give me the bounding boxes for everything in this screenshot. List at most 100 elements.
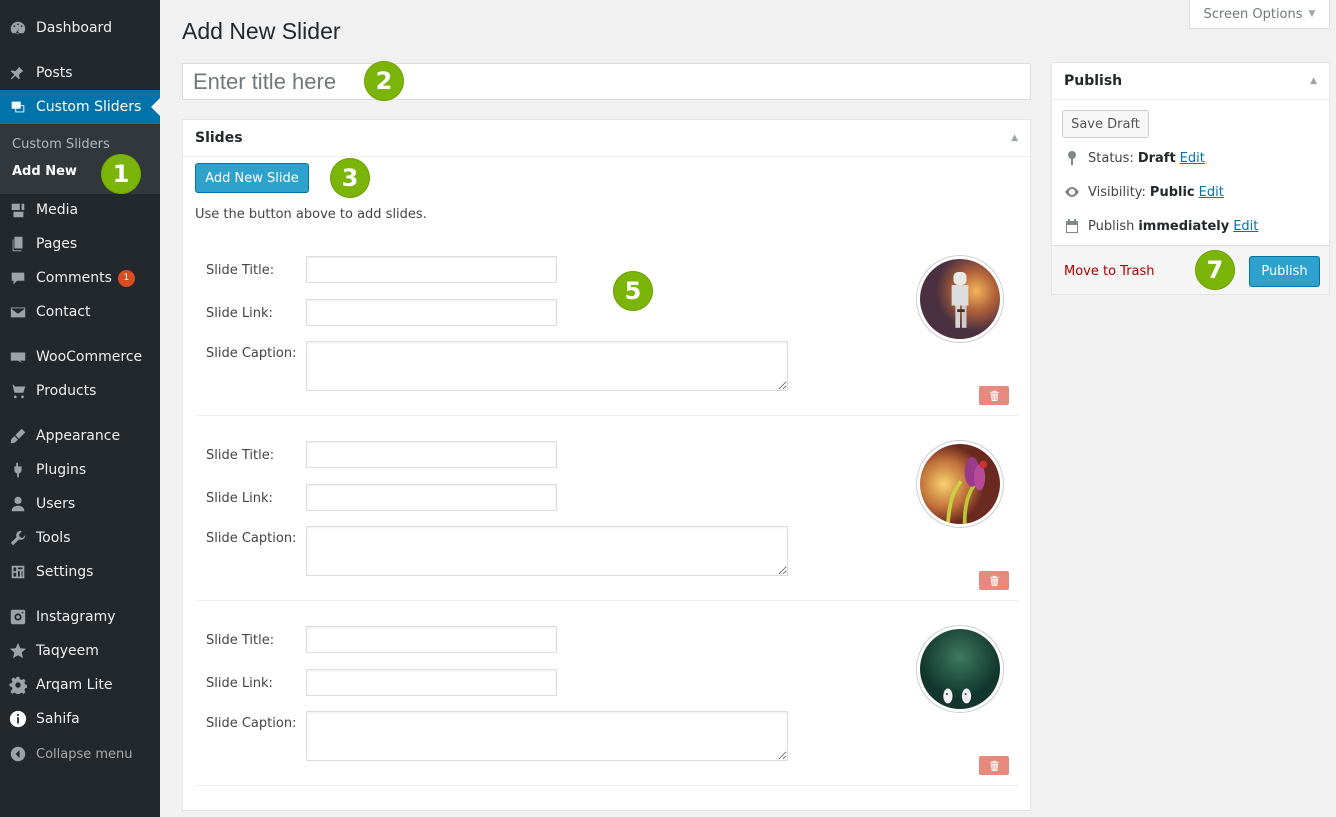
menu-plugins[interactable]: Plugins — [0, 453, 160, 487]
menu-contact[interactable]: Contact — [0, 295, 160, 329]
menu-media[interactable]: Media — [0, 193, 160, 227]
dashboard-icon — [0, 19, 36, 37]
sliders-icon — [0, 98, 36, 116]
slide-thumbnail-green[interactable] — [917, 626, 1003, 712]
menu-arqam-lite[interactable]: Arqam Lite — [0, 668, 160, 702]
delete-slide-button[interactable] — [979, 756, 1009, 775]
menu-tools[interactable]: Tools — [0, 521, 160, 555]
edit-schedule-link[interactable]: Edit — [1233, 219, 1258, 234]
slide-thumbnail-flower[interactable] — [917, 441, 1003, 527]
slide-caption-label: Slide Caption: — [206, 346, 297, 361]
menu-taqyeem[interactable]: Taqyeem — [0, 634, 160, 668]
slide-title-input[interactable] — [306, 256, 557, 283]
submenu-custom-sliders[interactable]: Custom Sliders — [12, 137, 110, 152]
menu-label: Sahifa — [36, 711, 80, 727]
menu-label: Dashboard — [36, 20, 112, 36]
edit-visibility-link[interactable]: Edit — [1199, 185, 1224, 200]
eye-icon — [1062, 184, 1082, 200]
slide-item: Slide Title: Slide Link: Slide Caption: — [195, 601, 1019, 786]
edit-status-link[interactable]: Edit — [1180, 151, 1205, 166]
menu-comments[interactable]: Comments 1 — [0, 261, 160, 295]
status-value: Draft — [1137, 150, 1176, 166]
slide-link-input[interactable] — [306, 669, 557, 696]
menu-woocommerce[interactable]: WooCommerce — [0, 340, 160, 374]
menu-posts[interactable]: Posts — [0, 56, 160, 90]
menu-pages[interactable]: Pages — [0, 227, 160, 261]
settings-icon — [0, 563, 36, 581]
slide-caption-label: Slide Caption: — [206, 716, 297, 731]
publish-header[interactable]: Publish ▲ — [1052, 63, 1329, 100]
pin-icon — [0, 64, 36, 82]
woocommerce-icon — [0, 348, 36, 366]
slides-header[interactable]: Slides ▲ — [183, 120, 1030, 157]
user-icon — [0, 495, 36, 513]
menu-appearance[interactable]: Appearance — [0, 419, 160, 453]
publish-metabox: Publish ▲ Save Draft Status: Draft Edit … — [1051, 62, 1330, 295]
slide-title-input[interactable] — [306, 626, 557, 653]
slide-title-label: Slide Title: — [206, 263, 275, 278]
collapse-toggle-icon[interactable]: ▲ — [1310, 76, 1317, 86]
collapse-arrow-icon — [0, 746, 36, 762]
delete-slide-button[interactable] — [979, 571, 1009, 590]
menu-label: Custom Sliders — [36, 99, 142, 115]
menu-label: Settings — [36, 564, 94, 580]
slide-link-label: Slide Link: — [206, 306, 273, 321]
submenu-add-new[interactable]: Add New — [12, 164, 77, 179]
save-draft-button[interactable]: Save Draft — [1062, 110, 1149, 138]
slide-item: Slide Title: Slide Link: Slide Caption: — [195, 416, 1019, 601]
mail-icon — [0, 303, 36, 321]
menu-settings[interactable]: Settings — [0, 555, 160, 589]
menu-label: Posts — [36, 65, 73, 81]
title-input[interactable] — [182, 63, 1031, 100]
menu-instagramy[interactable]: Instagramy — [0, 600, 160, 634]
publish-button[interactable]: Publish — [1249, 256, 1320, 287]
status-row: Status: Draft Edit — [1062, 150, 1205, 166]
slides-help-text: Use the button above to add slides. — [195, 207, 427, 222]
wrench-icon — [0, 529, 36, 547]
menu-label: Taqyeem — [36, 643, 99, 659]
slides-heading: Slides — [195, 130, 243, 146]
menu-label: Products — [36, 383, 97, 399]
status-label: Status: — [1088, 150, 1134, 166]
menu-custom-sliders[interactable]: Custom Sliders — [0, 90, 160, 124]
menu-label: Appearance — [36, 428, 121, 444]
slide-title-label: Slide Title: — [206, 633, 275, 648]
collapse-toggle-icon[interactable]: ▲ — [1011, 133, 1018, 143]
schedule-value: immediately — [1138, 218, 1230, 234]
slide-link-label: Slide Link: — [206, 676, 273, 691]
step-marker-5: 5 — [613, 271, 653, 311]
visibility-row: Visibility: Public Edit — [1062, 184, 1224, 200]
slide-title-input[interactable] — [306, 441, 557, 468]
add-new-slide-button[interactable]: Add New Slide — [195, 163, 309, 193]
menu-users[interactable]: Users — [0, 487, 160, 521]
step-marker-1: 1 — [101, 154, 141, 194]
admin-sidebar: Dashboard Posts Custom Sliders Custom Sl… — [0, 0, 160, 817]
slide-caption-textarea[interactable] — [306, 526, 788, 576]
collapse-menu-button[interactable]: Collapse menu — [0, 740, 160, 768]
schedule-label: Publish — [1088, 218, 1135, 234]
menu-label: Contact — [36, 304, 91, 320]
trash-icon — [989, 390, 999, 401]
slide-caption-textarea[interactable] — [306, 711, 788, 761]
cart-icon — [0, 382, 36, 400]
slide-thumbnail-stormtrooper[interactable] — [917, 256, 1003, 342]
step-marker-2: 2 — [364, 61, 404, 101]
publish-heading: Publish — [1064, 73, 1123, 89]
caret-down-icon: ▼ — [1308, 9, 1316, 19]
menu-label: WooCommerce — [36, 349, 143, 365]
menu-dashboard[interactable]: Dashboard — [0, 11, 160, 45]
delete-slide-button[interactable] — [979, 386, 1009, 405]
slide-caption-textarea[interactable] — [306, 341, 788, 391]
menu-label: Pages — [36, 236, 78, 252]
screen-options-label: Screen Options — [1203, 6, 1303, 22]
slide-link-input[interactable] — [306, 484, 557, 511]
menu-sahifa[interactable]: Sahifa — [0, 702, 160, 736]
slides-metabox: Slides ▲ Add New Slide Use the button ab… — [182, 119, 1031, 811]
move-to-trash-link[interactable]: Move to Trash — [1064, 264, 1155, 279]
menu-label: Arqam Lite — [36, 677, 113, 693]
menu-products[interactable]: Products — [0, 374, 160, 408]
screen-options-button[interactable]: Screen Options ▼ — [1189, 0, 1330, 29]
page-title: Add New Slider — [182, 18, 341, 44]
menu-label: Plugins — [36, 462, 87, 478]
slide-link-input[interactable] — [306, 299, 557, 326]
